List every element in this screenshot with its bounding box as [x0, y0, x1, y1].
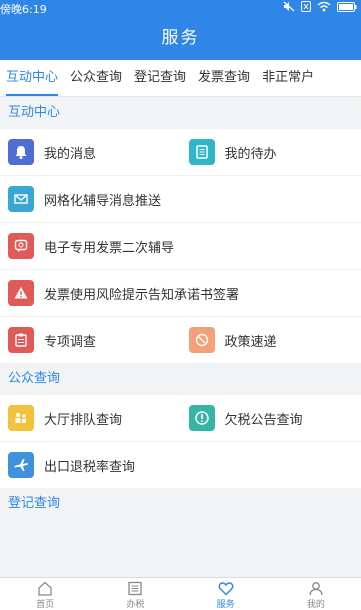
heart-icon: [216, 581, 236, 596]
section-title-public: 公众查询: [0, 363, 361, 395]
document-icon: [189, 139, 215, 165]
home-icon: [35, 581, 55, 596]
hall-queue-label: 大厅排队查询: [44, 409, 122, 428]
page-title: 服务: [0, 16, 361, 60]
risk-notice-item[interactable]: 发票使用风险提示告知承诺书签署: [0, 270, 361, 316]
warning-icon: [8, 280, 34, 306]
policy-express-label: 政策速递: [225, 331, 277, 350]
policy-icon: [189, 327, 215, 353]
tab-registration-query[interactable]: 登记查询: [128, 60, 192, 96]
nav-service[interactable]: 服务: [181, 578, 271, 610]
app-bar: 服务: [0, 16, 361, 60]
tab-invoice-query[interactable]: 发票查询: [192, 60, 256, 96]
list-row: 我的消息 我的待办: [0, 129, 361, 176]
my-messages-label: 我的消息: [44, 143, 96, 162]
tab-public-query[interactable]: 公众查询: [64, 60, 128, 96]
my-messages-item[interactable]: 我的消息: [0, 129, 181, 175]
nav-service-label: 服务: [217, 597, 235, 610]
invoice-chat-icon: [8, 233, 34, 259]
nav-home[interactable]: 首页: [0, 578, 90, 610]
my-todo-item[interactable]: 我的待办: [181, 129, 361, 175]
grid-push-item[interactable]: 网格化辅导消息推送: [0, 176, 361, 222]
grid-push-label: 网格化辅导消息推送: [44, 190, 161, 209]
my-todo-label: 我的待办: [225, 143, 277, 162]
section-title-interaction: 互动中心: [0, 97, 361, 129]
exclamation-icon: [189, 405, 215, 431]
battery-icon: [337, 2, 357, 15]
nav-mine[interactable]: 我的: [271, 578, 361, 610]
nav-tax[interactable]: 办税: [90, 578, 180, 610]
list-row: 大厅排队查询 欠税公告查询: [0, 395, 361, 442]
mute-icon: [283, 1, 295, 15]
list-row: 发票使用风险提示告知承诺书签署: [0, 270, 361, 317]
list-icon: [125, 581, 145, 596]
wifi-icon: [317, 1, 331, 15]
user-icon: [306, 581, 326, 596]
special-survey-label: 专项调查: [44, 331, 96, 350]
tab-interaction-center[interactable]: 互动中心: [0, 60, 64, 96]
e-invoice-label: 电子专用发票二次辅导: [44, 237, 174, 256]
status-bar: 傍晚6:19: [0, 0, 361, 16]
special-survey-item[interactable]: 专项调查: [0, 317, 181, 363]
policy-express-item[interactable]: 政策速递: [181, 317, 361, 363]
list-row: 电子专用发票二次辅导: [0, 223, 361, 270]
list-row: 专项调查 政策速递: [0, 317, 361, 363]
section-interaction: 我的消息 我的待办 网格化辅导消息推送 电子专用发票二: [0, 129, 361, 363]
risk-notice-label: 发票使用风险提示告知承诺书签署: [44, 284, 239, 303]
tax-arrears-item[interactable]: 欠税公告查询: [181, 395, 361, 441]
queue-icon: [8, 405, 34, 431]
airplane-icon: [8, 452, 34, 478]
status-icons: [283, 1, 357, 15]
export-rebate-label: 出口退税率查询: [44, 456, 135, 475]
category-tabs: 互动中心 公众查询 登记查询 发票查询 非正常户: [0, 60, 361, 97]
nav-tax-label: 办税: [126, 597, 144, 610]
section-title-registration: 登记查询: [0, 488, 361, 520]
service-list[interactable]: 互动中心 我的消息 我的待办 网格化辅导消息推送: [0, 97, 361, 577]
sim-icon: [301, 1, 311, 15]
envelope-icon: [8, 186, 34, 212]
hall-queue-item[interactable]: 大厅排队查询: [0, 395, 181, 441]
status-time: 傍晚6:19: [0, 1, 47, 17]
nav-mine-label: 我的: [307, 597, 325, 610]
bell-icon: [8, 139, 34, 165]
tab-abnormal-household[interactable]: 非正常户: [256, 60, 320, 96]
tax-arrears-label: 欠税公告查询: [225, 409, 303, 428]
clipboard-icon: [8, 327, 34, 353]
export-rebate-item[interactable]: 出口退税率查询: [0, 442, 361, 488]
bottom-navigation: 首页 办税 服务 我的: [0, 577, 361, 610]
section-public: 大厅排队查询 欠税公告查询 出口退税率查询: [0, 395, 361, 488]
list-row: 出口退税率查询: [0, 442, 361, 488]
e-invoice-item[interactable]: 电子专用发票二次辅导: [0, 223, 361, 269]
nav-home-label: 首页: [36, 597, 54, 610]
list-row: 网格化辅导消息推送: [0, 176, 361, 223]
